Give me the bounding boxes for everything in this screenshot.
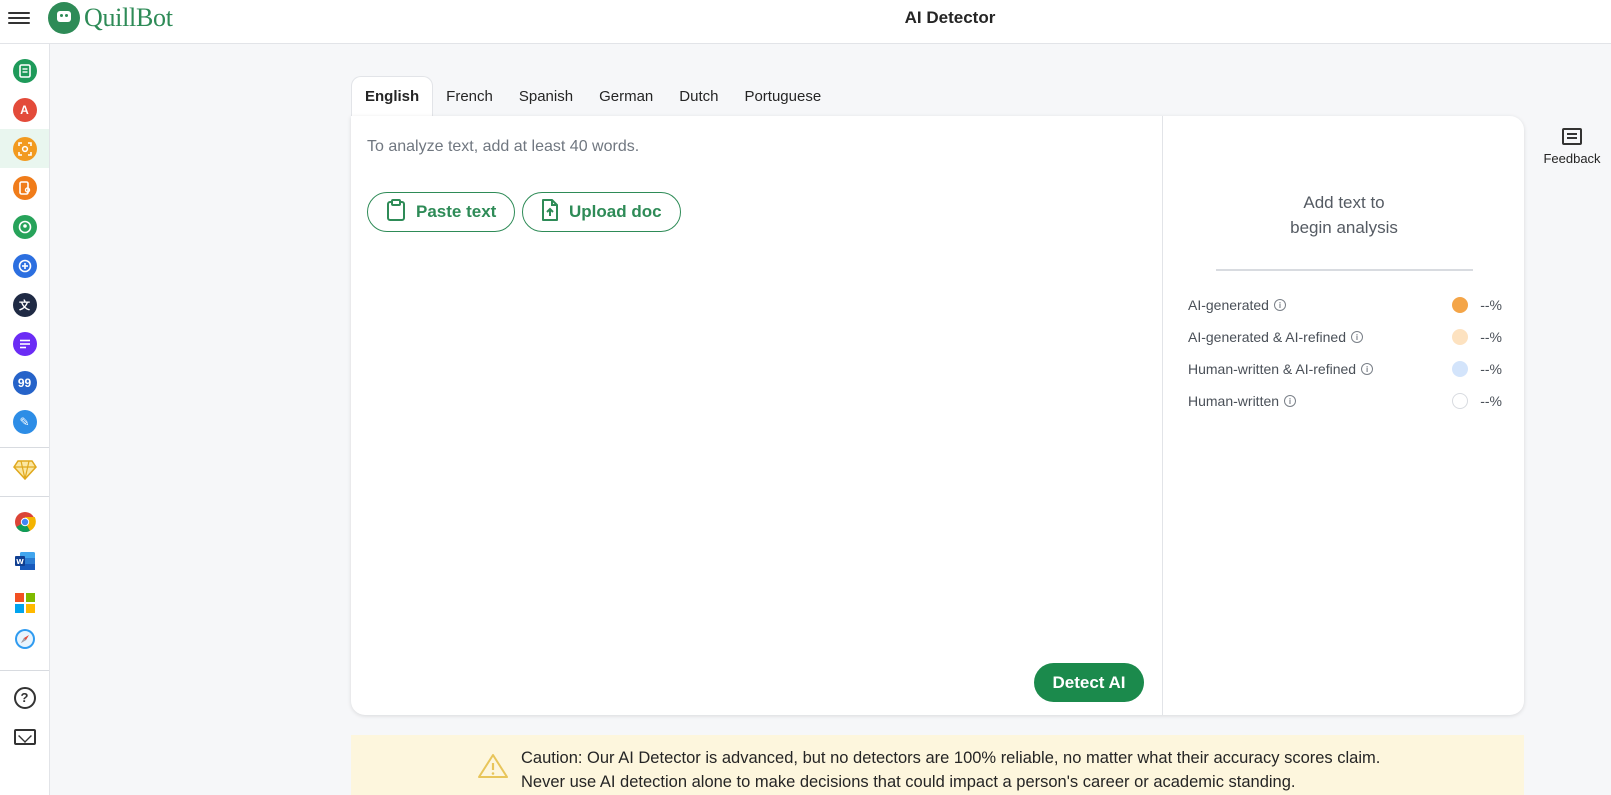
sidebar-item-contact[interactable]: [0, 717, 49, 756]
legend-row-ai-generated: AI-generated i --%: [1188, 294, 1502, 316]
tab-spanish[interactable]: Spanish: [506, 76, 586, 116]
caution-line-1: Caution: Our AI Detector is advanced, bu…: [521, 749, 1381, 767]
feedback-label: Feedback: [1543, 151, 1601, 166]
legend-label: AI-generated: [1188, 297, 1269, 313]
tab-dutch[interactable]: Dutch: [666, 76, 731, 116]
tools-sidebar: A 文 99 ✎ W ?: [0, 44, 50, 795]
results-divider: [1216, 269, 1473, 271]
results-panel: Add text to begin analysis AI-generated i…: [1164, 116, 1524, 715]
page-title: AI Detector: [904, 8, 996, 27]
sidebar-item-microsoft-store[interactable]: [0, 583, 49, 622]
sidebar-item-premium[interactable]: [0, 453, 49, 492]
text-editor[interactable]: To analyze text, add at least 40 words. …: [351, 116, 1163, 715]
sidebar-item-quillbot-flow[interactable]: ✎: [0, 402, 49, 441]
detect-ai-button[interactable]: Detect AI: [1034, 663, 1144, 702]
sidebar-divider: [0, 496, 49, 497]
empty-state-line-1: Add text to: [1303, 193, 1385, 212]
tab-portuguese[interactable]: Portuguese: [731, 76, 834, 116]
summarizer-icon: [12, 331, 37, 356]
detector-card: To analyze text, add at least 40 words. …: [351, 116, 1524, 715]
upload-doc-label: Upload doc: [569, 202, 662, 221]
empty-state-message: Add text to begin analysis: [1164, 190, 1524, 240]
svg-text:W: W: [16, 558, 24, 566]
safari-extension-icon: [14, 628, 36, 655]
legend-label: AI-generated & AI-refined: [1188, 329, 1346, 345]
microsoft-store-icon: [14, 592, 35, 613]
sidebar-item-ai-chat[interactable]: [0, 246, 49, 285]
legend-swatch: [1452, 297, 1468, 313]
sidebar-item-plagiarism-checker[interactable]: [0, 168, 49, 207]
sidebar-item-grammar-checker[interactable]: A: [0, 90, 49, 129]
plagiarism-checker-icon: [12, 175, 37, 200]
legend-swatch: [1452, 329, 1468, 345]
grammar-checker-icon: A: [12, 97, 37, 122]
legend-swatch: [1452, 361, 1468, 377]
upload-doc-button[interactable]: Upload doc: [522, 192, 681, 232]
paste-text-button[interactable]: Paste text: [367, 192, 516, 232]
empty-state-line-2: begin analysis: [1290, 218, 1398, 237]
legend-row-ai-generated-ai-refined: AI-generated & AI-refined i --%: [1188, 326, 1502, 348]
warning-icon: [477, 753, 509, 779]
sidebar-item-word-addin[interactable]: W: [0, 544, 49, 583]
sidebar-item-help[interactable]: ?: [0, 678, 49, 717]
caution-text: Caution: Our AI Detector is advanced, bu…: [521, 746, 1421, 794]
legend-value: --%: [1480, 329, 1502, 345]
legend-row-human-written-ai-refined: Human-written & AI-refined i --%: [1188, 358, 1502, 380]
brand-name: QuillBot: [84, 3, 173, 32]
sidebar-item-ai-detector[interactable]: [0, 129, 49, 168]
legend-label: Human-written: [1188, 393, 1280, 409]
quillbot-logo[interactable]: QuillBot: [48, 2, 173, 34]
info-icon[interactable]: i: [1351, 331, 1363, 343]
editor-placeholder: To analyze text, add at least 40 words.: [367, 138, 640, 155]
info-icon[interactable]: i: [1361, 363, 1374, 375]
ai-chat-icon: [12, 253, 37, 278]
tab-french[interactable]: French: [433, 76, 506, 116]
tab-english[interactable]: English: [351, 76, 434, 116]
sidebar-divider: [0, 447, 49, 448]
legend-value: --%: [1480, 361, 1502, 377]
word-addin-icon: W: [14, 551, 36, 576]
legend-value: --%: [1480, 297, 1502, 313]
sidebar-item-paraphraser[interactable]: [0, 51, 49, 90]
legend-label: Human-written & AI-refined: [1188, 361, 1357, 377]
feedback-icon: [1562, 128, 1582, 145]
legend-value: --%: [1480, 393, 1502, 409]
ai-detector-icon: [12, 136, 37, 161]
menu-icon[interactable]: [8, 9, 30, 27]
citation-generator-icon: 99: [12, 370, 37, 395]
translator-icon: 文: [12, 292, 37, 317]
sidebar-item-chrome-extension[interactable]: [0, 505, 49, 544]
legend-row-human-written: Human-written i --%: [1188, 390, 1502, 412]
info-icon[interactable]: i: [1273, 299, 1286, 311]
quillbot-bot-icon: [48, 2, 80, 34]
sidebar-item-citation-generator[interactable]: 99: [0, 363, 49, 402]
paste-text-label: Paste text: [416, 202, 497, 221]
tab-german[interactable]: German: [586, 76, 666, 116]
legend-swatch: [1452, 393, 1468, 409]
sidebar-divider: [0, 670, 49, 671]
caution-banner: Caution: Our AI Detector is advanced, bu…: [351, 735, 1524, 795]
upload-file-icon: [541, 198, 569, 226]
chrome-extension-icon: [14, 511, 36, 538]
top-header: QuillBot AI Detector: [0, 0, 1611, 44]
premium-diamond-icon: [12, 460, 37, 485]
feedback-button[interactable]: Feedback: [1540, 128, 1604, 166]
language-tabs: English French Spanish German Dutch Port…: [351, 76, 834, 116]
ai-humanizer-icon: [12, 214, 37, 239]
info-icon[interactable]: i: [1284, 395, 1297, 407]
quillbot-flow-icon: ✎: [12, 409, 37, 434]
sidebar-item-summarizer[interactable]: [0, 324, 49, 363]
sidebar-item-translator[interactable]: 文: [0, 285, 49, 324]
mail-icon: [13, 728, 36, 745]
paraphraser-icon: [12, 58, 37, 83]
help-icon: ?: [13, 686, 36, 709]
sidebar-item-safari-extension[interactable]: [0, 622, 49, 661]
clipboard-icon: [386, 198, 416, 226]
caution-line-2: Never use AI detection alone to make dec…: [521, 773, 1296, 791]
sidebar-item-ai-humanizer[interactable]: [0, 207, 49, 246]
